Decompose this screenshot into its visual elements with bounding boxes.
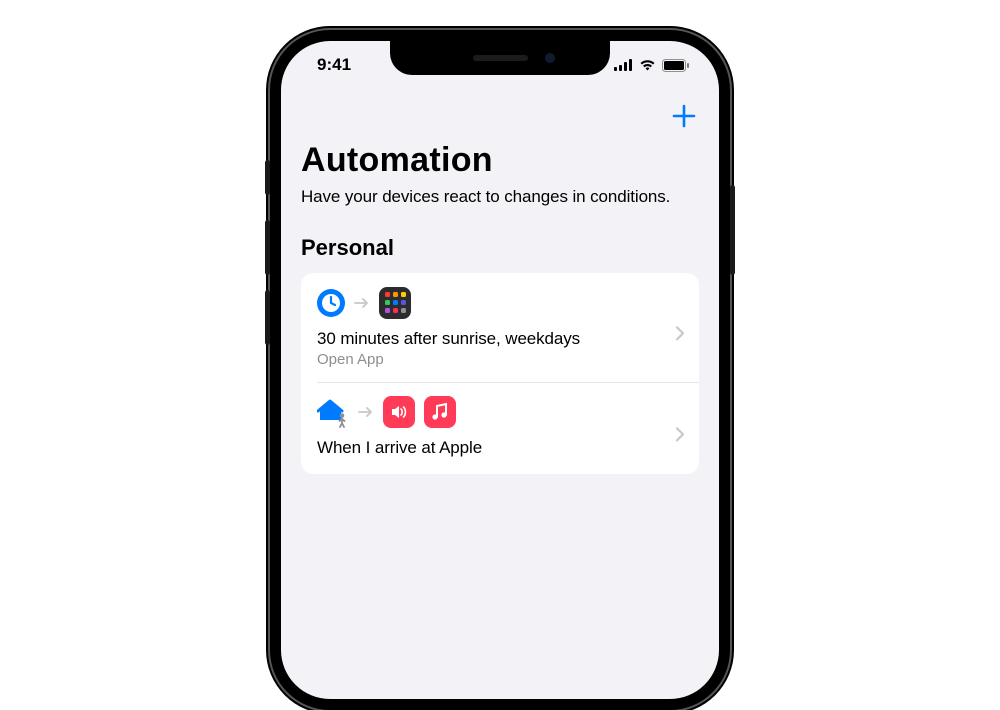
cellular-icon — [614, 59, 633, 71]
plus-icon — [671, 103, 697, 129]
automations-card: 30 minutes after sunrise, weekdays Open … — [301, 273, 699, 474]
automation-icons — [317, 396, 683, 428]
arrow-icon — [358, 406, 374, 418]
side-button-power — [730, 185, 735, 275]
add-button[interactable] — [671, 103, 697, 134]
automation-subtitle: Open App — [317, 351, 683, 368]
app-grid-icon — [379, 287, 411, 319]
status-icons — [614, 59, 689, 72]
page-subtitle: Have your devices react to changes in co… — [301, 186, 699, 209]
automation-row-sunrise[interactable]: 30 minutes after sunrise, weekdays Open … — [301, 273, 699, 382]
side-button-vol-up — [265, 220, 270, 275]
speaker-grille — [473, 55, 528, 61]
chevron-right-icon — [675, 326, 685, 342]
home-arrive-icon — [317, 398, 349, 426]
clock-icon — [317, 289, 345, 317]
automation-row-arrive[interactable]: When I arrive at Apple — [301, 382, 699, 474]
front-camera — [545, 53, 555, 63]
speaker-icon — [383, 396, 415, 428]
screen: 9:41 — [281, 41, 719, 699]
arrow-icon — [354, 297, 370, 309]
main-content: Automation Have your devices react to ch… — [281, 41, 719, 699]
side-button-silent — [265, 160, 270, 195]
phone-frame: 9:41 — [270, 30, 730, 710]
automation-title: 30 minutes after sunrise, weekdays — [317, 329, 683, 349]
battery-icon — [662, 59, 689, 72]
wifi-icon — [639, 59, 656, 71]
notch — [390, 41, 610, 75]
page-title: Automation — [301, 141, 699, 180]
automation-icons — [317, 287, 683, 319]
music-icon — [424, 396, 456, 428]
section-header-personal: Personal — [301, 235, 699, 261]
status-time: 9:41 — [317, 55, 351, 75]
chevron-right-icon — [675, 426, 685, 442]
side-button-vol-down — [265, 290, 270, 345]
automation-title: When I arrive at Apple — [317, 438, 683, 458]
